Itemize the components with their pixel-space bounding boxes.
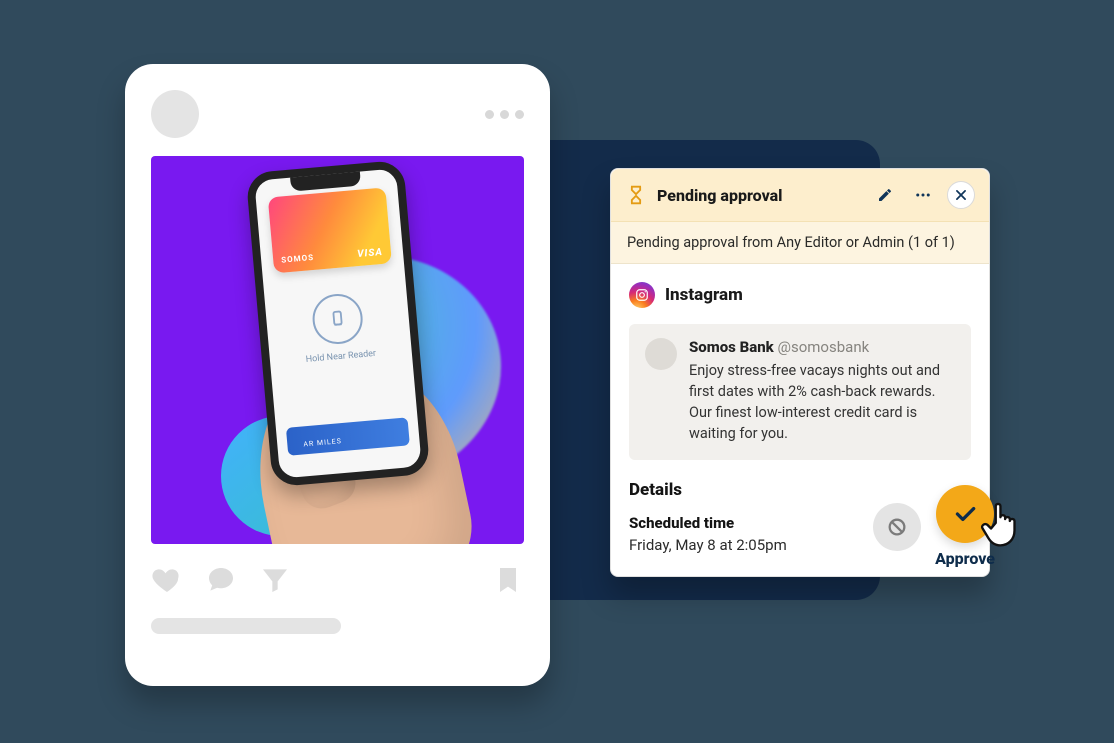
- approval-header: Pending approval: [611, 169, 989, 222]
- hourglass-icon: [625, 184, 647, 206]
- approval-title: Pending approval: [657, 186, 861, 205]
- instagram-post-card: SOMOS VISA Hold Near Reader AR MILES: [125, 64, 550, 686]
- more-menu-icon[interactable]: [485, 110, 524, 119]
- approval-subtext: Pending approval from Any Editor or Admi…: [611, 222, 989, 264]
- more-actions-button[interactable]: [909, 181, 937, 209]
- post-header: [151, 90, 524, 138]
- account-line: Somos Bank @somosbank: [689, 338, 955, 356]
- post-image: SOMOS VISA Hold Near Reader AR MILES: [151, 156, 524, 544]
- phone-card-strip: AR MILES: [286, 417, 410, 456]
- account-avatar: [645, 338, 677, 370]
- post-preview: Somos Bank @somosbank Enjoy stress-free …: [629, 324, 971, 460]
- platform-name: Instagram: [665, 285, 743, 305]
- filter-icon[interactable]: [259, 564, 291, 596]
- miles-label: AR MILES: [303, 437, 342, 448]
- cursor-pointer-icon: [977, 491, 1037, 551]
- approval-card: Pending approval Pending approval from A…: [610, 168, 990, 577]
- edit-button[interactable]: [871, 181, 899, 209]
- bookmark-icon[interactable]: [492, 564, 524, 596]
- close-button[interactable]: [947, 181, 975, 209]
- comment-icon[interactable]: [205, 564, 237, 596]
- post-copy: Enjoy stress-free vacays nights out and …: [689, 360, 955, 444]
- heart-icon[interactable]: [151, 564, 183, 596]
- card-brand-label: SOMOS: [281, 253, 315, 265]
- nfc-prompt: Hold Near Reader: [265, 288, 412, 368]
- nfc-text: Hold Near Reader: [270, 346, 412, 368]
- phone-mockup: SOMOS VISA Hold Near Reader AR MILES: [246, 160, 431, 488]
- platform-row: Instagram: [629, 282, 971, 308]
- account-handle: @somosbank: [778, 338, 870, 356]
- instagram-icon: [629, 282, 655, 308]
- card-network-label: VISA: [357, 247, 384, 260]
- caption-placeholder: [151, 618, 341, 634]
- nfc-icon: [311, 292, 365, 346]
- credit-card-graphic: SOMOS VISA: [268, 187, 392, 273]
- approve-label: Approve: [935, 549, 995, 568]
- account-name: Somos Bank: [689, 338, 774, 356]
- reject-button[interactable]: [873, 503, 921, 551]
- post-actions: [151, 564, 524, 596]
- avatar-placeholder: [151, 90, 199, 138]
